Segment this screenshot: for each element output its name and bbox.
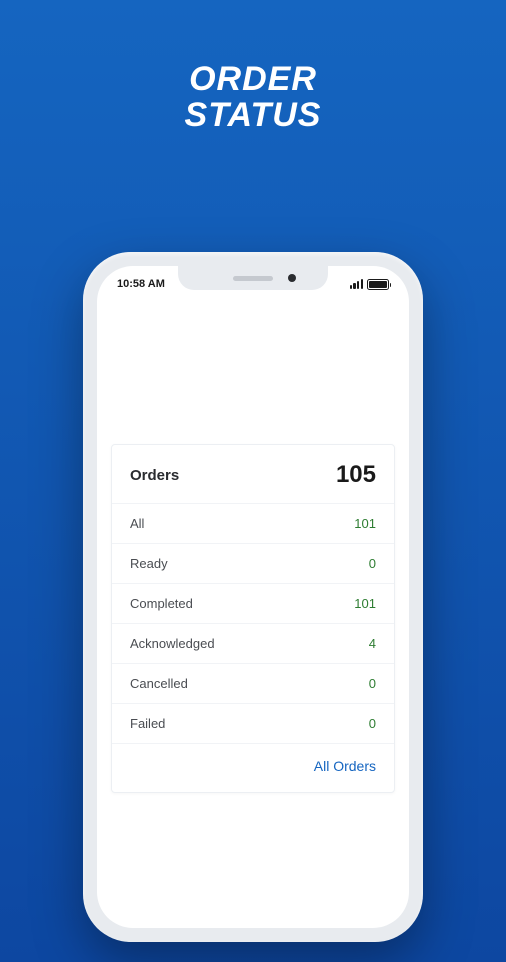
- row-value: 101: [354, 596, 376, 611]
- order-row-cancelled[interactable]: Cancelled 0: [112, 663, 394, 703]
- row-value: 101: [354, 516, 376, 531]
- orders-card-header: Orders 105: [112, 445, 394, 503]
- orders-card: Orders 105 All 101 Ready 0 Completed 101…: [111, 444, 395, 793]
- signal-icon: [350, 279, 363, 289]
- all-orders-link[interactable]: All Orders: [314, 758, 376, 774]
- phone-screen: 10:58 AM Orders 105 All 101 Ready: [97, 266, 409, 928]
- row-label: Acknowledged: [130, 636, 215, 651]
- page-title-line2: STATUS: [0, 98, 506, 134]
- page-title-line1: ORDER: [0, 62, 506, 98]
- phone-frame: 10:58 AM Orders 105 All 101 Ready: [83, 252, 423, 942]
- page-title: ORDER STATUS: [0, 62, 506, 133]
- row-value: 0: [369, 716, 376, 731]
- orders-header-value: 105: [336, 461, 376, 489]
- orders-header-label: Orders: [130, 467, 179, 484]
- status-right: [350, 279, 389, 290]
- order-row-acknowledged[interactable]: Acknowledged 4: [112, 623, 394, 663]
- row-value: 4: [369, 636, 376, 651]
- row-label: Cancelled: [130, 676, 188, 691]
- order-row-ready[interactable]: Ready 0: [112, 543, 394, 583]
- row-label: Failed: [130, 716, 165, 731]
- row-value: 0: [369, 676, 376, 691]
- row-value: 0: [369, 556, 376, 571]
- status-time: 10:58 AM: [117, 278, 165, 290]
- order-row-failed[interactable]: Failed 0: [112, 703, 394, 743]
- order-row-completed[interactable]: Completed 101: [112, 583, 394, 623]
- orders-card-footer: All Orders: [112, 743, 394, 792]
- row-label: Completed: [130, 596, 193, 611]
- row-label: Ready: [130, 556, 168, 571]
- order-row-all[interactable]: All 101: [112, 503, 394, 543]
- row-label: All: [130, 516, 144, 531]
- battery-icon: [367, 279, 389, 290]
- status-bar: 10:58 AM: [97, 266, 409, 296]
